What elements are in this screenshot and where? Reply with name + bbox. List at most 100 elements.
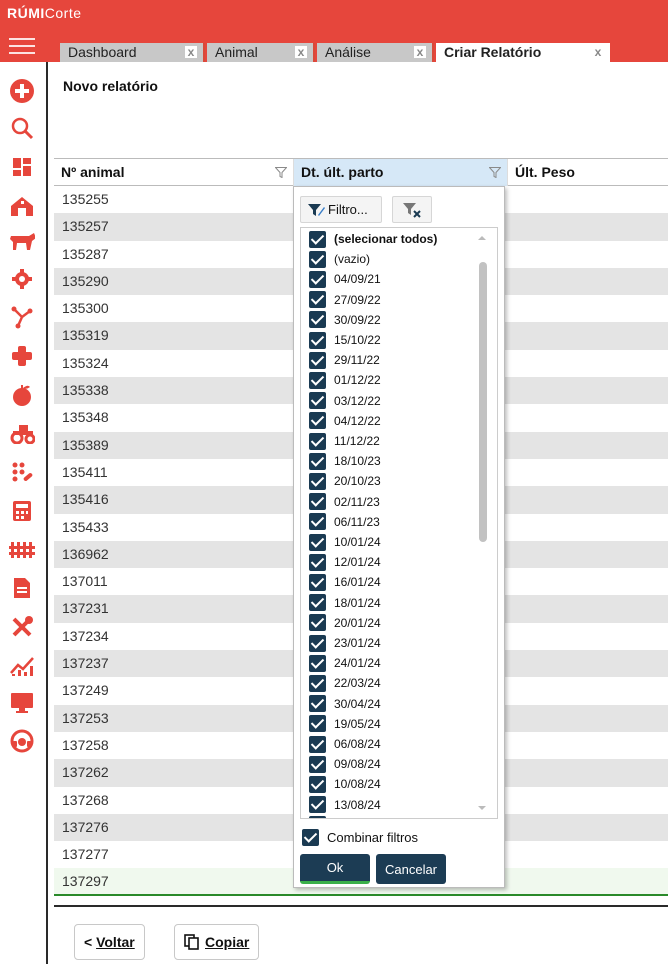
checkbox-icon[interactable]	[309, 472, 326, 490]
cancel-button[interactable]: Cancelar	[376, 854, 446, 884]
filter-list-item[interactable]: 22/03/24	[309, 674, 381, 692]
checkbox-icon[interactable]	[309, 654, 326, 672]
calculator-icon[interactable]	[9, 498, 35, 524]
filter-list-item[interactable]: 14/08/24	[309, 816, 381, 818]
clear-filter-button[interactable]	[392, 196, 432, 223]
filter-list-item[interactable]: 01/12/22	[309, 371, 381, 389]
filter-list-item[interactable]: 03/12/22	[309, 392, 381, 410]
filter-list-item[interactable]: 09/08/24	[309, 755, 381, 773]
filter-list-item[interactable]: 30/04/24	[309, 695, 381, 713]
checkbox-icon[interactable]	[309, 796, 326, 814]
checkbox-icon[interactable]	[309, 493, 326, 511]
filter-list-item[interactable]: 20/10/23	[309, 472, 381, 490]
checkbox-icon[interactable]	[309, 371, 326, 389]
checkbox-icon[interactable]	[309, 775, 326, 793]
checkbox-icon[interactable]	[309, 270, 326, 288]
column-header-last-weight[interactable]: Últ. Peso	[508, 159, 668, 186]
checkbox-icon[interactable]	[309, 695, 326, 713]
tab-analise[interactable]: Análise x	[317, 43, 434, 62]
filter-list-item[interactable]: 18/01/24	[309, 594, 381, 612]
column-header-last-calving[interactable]: Dt. últ. parto	[294, 159, 508, 186]
filter-icon[interactable]	[489, 167, 501, 178]
filter-list-item[interactable]: 04/12/22	[309, 412, 381, 430]
checkbox-icon[interactable]	[309, 311, 326, 329]
checkbox-icon[interactable]	[309, 392, 326, 410]
checkbox-icon[interactable]	[309, 674, 326, 692]
monitor-icon[interactable]	[9, 690, 35, 716]
apple-icon[interactable]	[9, 382, 35, 408]
tab-criar-relatorio[interactable]: Criar Relatório x	[436, 43, 610, 62]
filter-icon[interactable]	[275, 167, 287, 178]
checkbox-icon[interactable]	[309, 573, 326, 591]
checkbox-icon[interactable]	[309, 230, 326, 248]
filter-list-item[interactable]: 27/09/22	[309, 291, 381, 309]
network-icon[interactable]	[9, 304, 35, 330]
scrollbar-thumb[interactable]	[479, 262, 487, 542]
filter-list-item[interactable]: 30/09/22	[309, 311, 381, 329]
checkbox-icon[interactable]	[309, 594, 326, 612]
checkbox-icon[interactable]	[309, 755, 326, 773]
column-header-animal[interactable]: Nº animal	[54, 159, 294, 186]
chart-icon[interactable]	[9, 653, 35, 679]
gear-icon[interactable]	[9, 266, 35, 292]
barn-icon[interactable]	[9, 193, 35, 219]
checkbox-icon[interactable]	[309, 513, 326, 531]
filter-value-list[interactable]: (selecionar todos) (vazio) 04/09/21 27/09/2…	[300, 227, 498, 819]
tractor-icon[interactable]	[9, 420, 35, 446]
search-icon[interactable]	[9, 115, 35, 141]
filter-list-item[interactable]: 18/10/23	[309, 452, 381, 470]
checkbox-icon[interactable]	[309, 816, 326, 818]
filter-list-item[interactable]: 13/08/24	[309, 796, 381, 814]
checkbox-icon[interactable]	[309, 614, 326, 632]
checkbox-icon[interactable]	[309, 250, 326, 268]
document-icon[interactable]	[9, 575, 35, 601]
filter-list-item[interactable]: (selecionar todos)	[309, 230, 437, 248]
checkbox-icon[interactable]	[309, 351, 326, 369]
filter-list-item[interactable]: 19/05/24	[309, 715, 381, 733]
filter-list-item[interactable]: 24/01/24	[309, 654, 381, 672]
tab-dashboard[interactable]: Dashboard x	[60, 43, 205, 62]
filter-list-item[interactable]: 06/08/24	[309, 735, 381, 753]
dashboard-icon[interactable]	[9, 154, 35, 180]
filter-list-item[interactable]: 02/11/23	[309, 493, 380, 511]
checkbox-icon[interactable]	[309, 634, 326, 652]
filter-list-item[interactable]: 12/01/24	[309, 553, 381, 571]
combine-filters-checkbox[interactable]: Combinar filtros	[302, 827, 418, 847]
menu-icon[interactable]	[9, 38, 35, 56]
checkbox-icon[interactable]	[309, 412, 326, 430]
filter-list-item[interactable]: 29/11/22	[309, 351, 380, 369]
health-cross-icon[interactable]	[9, 343, 35, 369]
filter-list-item[interactable]: 10/08/24	[309, 775, 381, 793]
filter-list-item[interactable]: 20/01/24	[309, 614, 381, 632]
ok-button[interactable]: Ok	[300, 854, 370, 884]
cattle-icon[interactable]	[9, 228, 35, 254]
tab-close-icon[interactable]: x	[414, 46, 426, 58]
pills-icon[interactable]	[9, 459, 35, 485]
filter-list-item[interactable]: 16/01/24	[309, 573, 381, 591]
filter-list-item[interactable]: 23/01/24	[309, 634, 381, 652]
add-icon[interactable]	[9, 78, 35, 104]
checkbox-icon[interactable]	[309, 715, 326, 733]
filter-list-item[interactable]: 04/09/21	[309, 270, 381, 288]
tab-close-icon[interactable]: x	[185, 46, 197, 58]
filter-list-item[interactable]: 10/01/24	[309, 533, 381, 551]
back-button[interactable]: < Voltar	[74, 924, 145, 960]
scroll-up-icon[interactable]	[478, 236, 486, 240]
checkbox-icon[interactable]	[309, 432, 326, 450]
checkbox-icon[interactable]	[309, 291, 326, 309]
filter-button[interactable]: Filtro...	[300, 196, 382, 223]
fence-icon[interactable]	[9, 536, 35, 562]
support-icon[interactable]	[9, 728, 35, 754]
tab-close-icon[interactable]: x	[592, 46, 604, 58]
tab-close-icon[interactable]: x	[295, 46, 307, 58]
tab-animal[interactable]: Animal x	[207, 43, 315, 62]
checkbox-icon[interactable]	[309, 735, 326, 753]
scroll-down-icon[interactable]	[478, 806, 486, 810]
filter-list-item[interactable]: 15/10/22	[309, 331, 381, 349]
checkbox-icon[interactable]	[309, 452, 326, 470]
checkbox-icon[interactable]	[309, 331, 326, 349]
tools-icon[interactable]	[9, 614, 35, 640]
checkbox-icon[interactable]	[309, 553, 326, 571]
filter-list-item[interactable]: 11/12/22	[309, 432, 380, 450]
filter-list-item[interactable]: 06/11/23	[309, 513, 380, 531]
